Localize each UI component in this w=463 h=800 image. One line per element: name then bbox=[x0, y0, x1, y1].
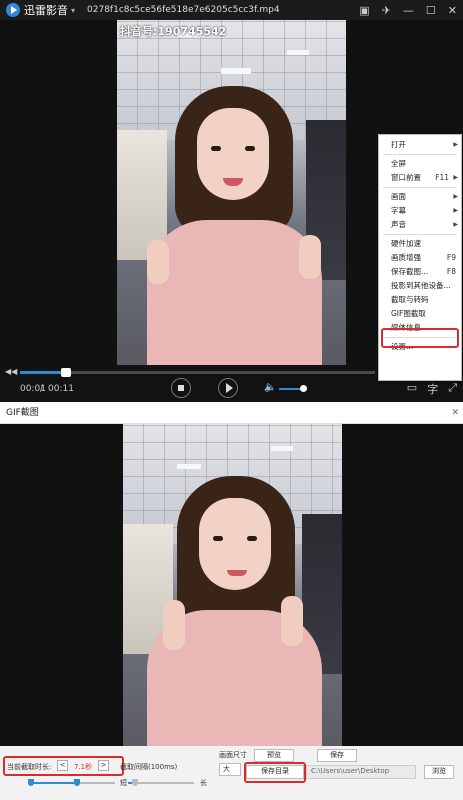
person-face bbox=[197, 108, 269, 200]
gif-settings-panel: 当前截取时长: < 7.1秒 > 截取间隔(100ms) 短 长 画面尺寸 大 … bbox=[0, 746, 463, 800]
menu-separator bbox=[383, 154, 457, 155]
duration-highlight bbox=[3, 756, 124, 776]
browse-button[interactable]: 浏览 bbox=[424, 765, 454, 779]
subtitle-icon[interactable]: 字 bbox=[427, 381, 438, 397]
maximize-icon[interactable]: ☐ bbox=[426, 4, 436, 17]
menu-item-screenshot[interactable]: 保存截图... F8 bbox=[379, 265, 461, 279]
range-end-handle[interactable] bbox=[74, 779, 80, 786]
interval-slider[interactable] bbox=[128, 779, 194, 786]
chevron-right-icon: ▶ bbox=[453, 221, 458, 228]
title-bar: 迅雷影音 ▾ 0278f1c8c5ce56fe518e7e6205c5cc3f.… bbox=[0, 0, 463, 20]
size-select[interactable]: 大 bbox=[219, 763, 241, 776]
stop-button[interactable] bbox=[171, 378, 191, 398]
ceiling-light bbox=[287, 50, 309, 55]
menu-item-audio[interactable]: 声音 ▶ bbox=[379, 218, 461, 232]
minimize-icon[interactable]: — bbox=[403, 4, 414, 17]
seek-handle[interactable] bbox=[61, 368, 71, 377]
close-icon[interactable]: ✕ bbox=[451, 402, 459, 424]
duration-range-fill bbox=[30, 782, 77, 784]
interval-label: 截取间隔(100ms) bbox=[120, 763, 178, 771]
person-eye bbox=[213, 536, 223, 541]
menu-item-hw-accel[interactable]: 硬件加速 bbox=[379, 237, 461, 251]
save-dir-highlight bbox=[244, 762, 306, 783]
person-hand bbox=[163, 600, 185, 650]
interval-long-label: 长 bbox=[200, 779, 207, 787]
fullscreen-icon[interactable]: ⤢ bbox=[448, 381, 457, 397]
dialog-title-bar: GIF截图 ✕ bbox=[0, 402, 463, 424]
menu-item-gif-capture[interactable]: GIF图截取 bbox=[379, 307, 461, 321]
volume-icon[interactable]: 🔈 bbox=[264, 382, 276, 393]
chevron-down-icon: ▾ bbox=[71, 5, 76, 15]
interval-short-label: 短 bbox=[120, 779, 127, 787]
chevron-right-icon: ▶ bbox=[453, 141, 458, 148]
person-hand bbox=[299, 235, 321, 279]
range-start-handle[interactable] bbox=[28, 779, 34, 786]
menu-item-subtitle[interactable]: 字幕 ▶ bbox=[379, 204, 461, 218]
chevron-right-icon: ▶ bbox=[453, 193, 458, 200]
volume-slider[interactable] bbox=[279, 385, 307, 392]
chevron-right-icon: ▶ bbox=[453, 207, 458, 214]
save-button[interactable]: 保存 bbox=[317, 749, 357, 762]
mini-mode-icon[interactable]: ▣ bbox=[359, 4, 369, 17]
duration-range-slider[interactable] bbox=[28, 779, 115, 786]
app-name: 迅雷影音 bbox=[24, 4, 68, 17]
gif-preview-area bbox=[0, 424, 463, 746]
save-path-field[interactable]: C:\Users\user\Desktop bbox=[306, 765, 416, 779]
gif-capture-highlight bbox=[381, 328, 459, 348]
close-icon[interactable]: ✕ bbox=[448, 4, 457, 17]
ceiling-light bbox=[221, 68, 251, 74]
menu-item-enhance[interactable]: 画质增强 F9 bbox=[379, 251, 461, 265]
person-hand bbox=[281, 596, 303, 646]
total-duration: 00:11 bbox=[48, 384, 74, 394]
person-eye bbox=[211, 146, 221, 151]
menu-item-open[interactable]: 打开 ▶ bbox=[379, 138, 461, 152]
chevron-right-icon: ▶ bbox=[453, 174, 458, 181]
file-name: 0278f1c8c5ce56fe518e7e6205c5cc3f.mp4 bbox=[87, 5, 280, 15]
person-hand bbox=[147, 240, 169, 284]
size-label: 画面尺寸 bbox=[219, 751, 247, 759]
person-eye bbox=[245, 146, 255, 151]
dialog-title: GIF截图 bbox=[6, 408, 39, 418]
video-player-window: 迅雷影音 ▾ 0278f1c8c5ce56fe518e7e6205c5cc3f.… bbox=[0, 0, 463, 402]
person-mouth bbox=[227, 570, 247, 576]
person-body bbox=[147, 220, 322, 365]
menu-separator bbox=[383, 187, 457, 188]
volume-handle[interactable] bbox=[299, 385, 307, 392]
menu-separator bbox=[383, 234, 457, 235]
menu-item-fullscreen[interactable]: 全屏 bbox=[379, 157, 461, 171]
person-eye bbox=[247, 536, 257, 541]
screen-icon[interactable]: ▭ bbox=[407, 381, 417, 397]
menu-item-transcode[interactable]: 截取与转码 bbox=[379, 293, 461, 307]
preview-button[interactable]: 预览 bbox=[254, 749, 294, 762]
play-icon bbox=[225, 383, 233, 393]
seek-bar-fill bbox=[20, 371, 66, 374]
stop-icon bbox=[178, 385, 184, 391]
interval-handle[interactable] bbox=[132, 779, 138, 786]
app-menu[interactable]: 迅雷影音 ▾ bbox=[6, 2, 75, 18]
play-button[interactable] bbox=[218, 378, 238, 398]
menu-item-window-top[interactable]: 窗口前置 F11 ▶ bbox=[379, 171, 461, 185]
menu-item-picture[interactable]: 画面 ▶ bbox=[379, 190, 461, 204]
ceiling-light bbox=[271, 446, 293, 451]
app-logo-icon bbox=[6, 3, 20, 17]
watermark-text: 抖音号:190745542 bbox=[120, 25, 227, 38]
pin-icon[interactable]: ✈ bbox=[382, 4, 391, 17]
seek-bar[interactable] bbox=[20, 368, 375, 377]
video-frame[interactable] bbox=[117, 20, 346, 365]
menu-item-cast[interactable]: 投影到其他设备... bbox=[379, 279, 461, 293]
person-face bbox=[199, 498, 271, 590]
rewind-icon[interactable]: ◀◀ bbox=[5, 367, 17, 376]
gif-capture-dialog: GIF截图 ✕ 当前截取时长: < 7.1秒 > 截取间隔(100ms) 短 长… bbox=[0, 402, 463, 800]
gif-preview-frame bbox=[123, 424, 342, 746]
ceiling-light bbox=[177, 464, 201, 469]
